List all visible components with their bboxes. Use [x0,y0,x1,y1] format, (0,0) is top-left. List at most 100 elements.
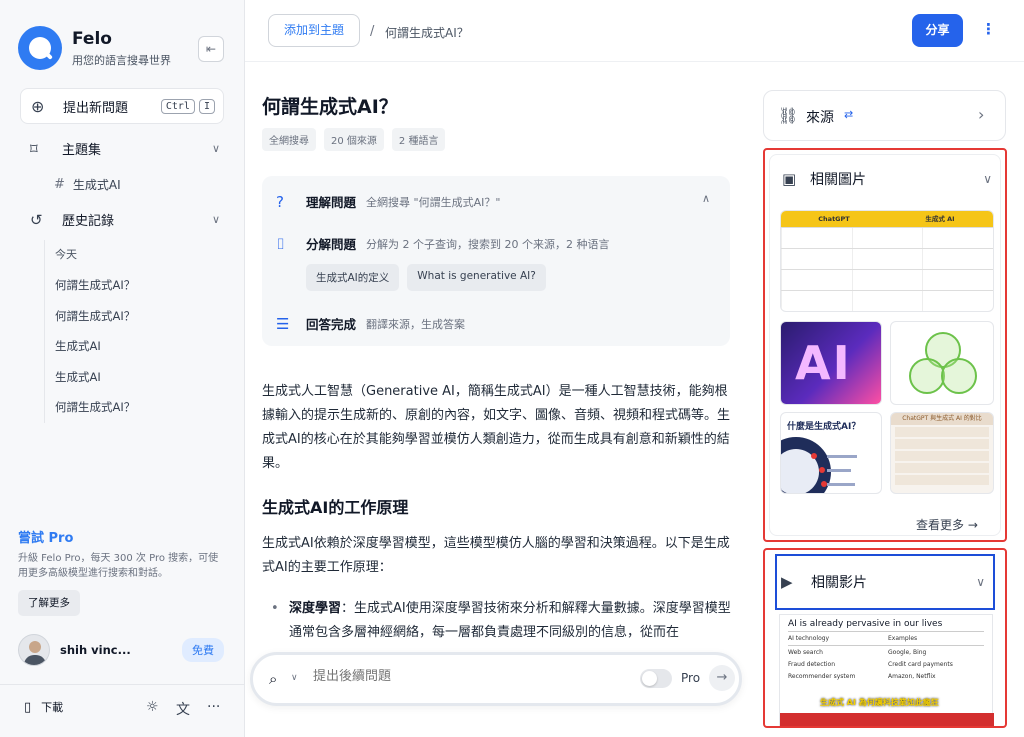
answer-tags: 全網搜尋 20 個來源 2 種語言 [262,128,453,151]
reasoning-steps-panel: ? 理解問題 全網搜尋 "何謂生成式AI？" ∧ ⌷ 分解問題 分解为 2 个子… [262,176,730,346]
pro-description: 升級 Felo Pro，每天 300 次 Pro 搜索，可使用更多高級模型進行搜… [18,553,219,579]
language-icon[interactable]: 文 [176,699,190,719]
breadcrumb: 何謂生成式AI？ [385,26,469,40]
answer-main: 何謂生成式AI？ 全網搜尋 20 個來源 2 種語言 ? 理解問題 全網搜尋 "… [245,62,755,737]
step-desc: 翻譯來源，生成答案 [366,317,466,331]
sidebar-topic-item[interactable]: # 生成式AI [54,176,121,193]
related-images-card: ▣ 相關圖片 ∨ ChatGPT 生成式 AI AI 什麼是生成式AI？ Cha… [763,148,1007,542]
link-icon: ⛓ [778,106,799,125]
image-thumbnail[interactable] [890,321,994,405]
bullet-item: 深度學習：生成式AI使用深度學習技術來分析和解釋大量數據。深度學習模型通常包含多… [271,597,731,645]
share-button[interactable]: 分享 [912,14,963,47]
chevron-up-icon[interactable]: ∧ [702,192,710,205]
topics-label: 主題集 [62,143,102,158]
step-desc: 全網搜尋 "何謂生成式AI？" [366,195,501,209]
related-videos-header[interactable]: ▶ 相關影片 ∨ [775,554,995,610]
history-list: 今天 何謂生成式AI？ 何謂生成式AI？ 生成式AI 生成式AI 何謂生成式AI… [44,240,135,423]
step-title: 理解問題 [306,195,357,210]
sub-query-chip[interactable]: What is generative AI? [407,264,546,291]
video-thumb-text: Amazon, Netflix [888,673,936,680]
sidebar-item-history[interactable]: ↺ 歷史記錄 ∨ [30,210,220,230]
search-icon[interactable]: ⌕ [269,670,277,688]
video-icon: ▶ [781,573,793,591]
video-thumb-text: Recommender system [788,673,856,680]
thumb-title: 什麼是生成式AI？ [787,422,861,432]
sidebar-footer: ▯ 下載 ☼ 文 ··· [0,684,245,737]
video-thumbnail[interactable]: AI is already pervasive in our lives AI … [779,614,994,726]
thumb-ai-text: AI [795,336,852,390]
related-images-label: 相關圖片 [810,172,866,188]
add-chat-icon: ⊕ [31,96,45,116]
section-heading: 生成式AI的工作原理 [262,498,409,517]
more-horizontal-icon[interactable]: ··· [207,699,220,715]
history-label: 歷史記錄 [62,214,115,229]
sub-query-chips: 生成式AI的定义 What is generative AI? [306,264,554,291]
message-icon: ☰ [276,314,290,333]
thumb-header: 生成式 AI [925,215,955,223]
page-title: 何謂生成式AI？ [262,96,398,118]
related-videos-label: 相關影片 [811,575,867,591]
shortcut-key-ctrl: Ctrl [160,98,195,114]
sub-query-chip[interactable]: 生成式AI的定义 [306,264,400,291]
image-thumbnail[interactable]: ChatGPT 與生成式 AI 的對比 [890,412,994,494]
chevron-down-icon[interactable]: ∨ [291,673,298,683]
new-question-button[interactable]: ⊕ 提出新問題 Ctrl I [20,88,224,124]
chevron-down-icon: ∨ [211,142,220,155]
bullet-bold: 深度學習 [289,601,342,616]
history-item[interactable]: 生成式AI [55,331,135,362]
try-pro-title: 嘗試 Pro [18,531,74,546]
video-thumb-text: Fraud detection [788,661,836,668]
pro-label: Pro [681,671,701,685]
video-caption: 生成式 AI 為何讓科技業如此瘋狂 [820,698,939,707]
see-more-label: 查看更多 [916,518,965,532]
add-to-topic-button[interactable]: 添加到主題 [268,14,361,47]
pro-toggle[interactable] [640,669,672,688]
history-item[interactable]: 生成式AI [55,362,135,393]
image-thumbnail[interactable]: AI [780,321,882,405]
more-vertical-icon[interactable]: ⋮ [981,20,996,38]
sidebar-item-topics[interactable]: ⌑ 主題集 ∨ [30,139,220,159]
thumb-header: ChatGPT 與生成式 AI 的對比 [891,413,993,425]
tag-language-count: 2 種語言 [391,128,446,151]
topic-item-label: 生成式AI [72,178,121,192]
sources-card[interactable]: ⛓ 來源 ⇄ › [763,90,1006,141]
follow-up-input[interactable] [313,669,613,684]
step-complete: ☰ 回答完成 翻譯來源，生成答案 [276,314,465,333]
user-name: shih vinc... [60,643,131,657]
step-title: 回答完成 [306,317,357,332]
video-thumb-text: AI technology [788,635,830,642]
theme-sun-icon[interactable]: ☼ [146,699,159,715]
answer-intro-paragraph: 生成式人工智慧（Generative AI，簡稱生成式AI）是一種人工智慧技術，… [262,384,731,471]
tag-source-count: 20 個來源 [324,128,384,151]
image-thumbnail[interactable]: 什麼是生成式AI？ [780,412,882,494]
brand[interactable]: Felo 用您的語言搜尋世界 [18,26,171,70]
learn-more-button[interactable]: 了解更多 [18,590,80,616]
felo-logo-icon [18,26,62,70]
brand-name: Felo [72,28,112,49]
image-thumbnail[interactable]: ChatGPT 生成式 AI [780,210,994,312]
thumb-header: ChatGPT [818,215,850,223]
history-item[interactable]: 何謂生成式AI？ [55,301,135,332]
related-images-header[interactable]: ▣ 相關圖片 ∨ [782,169,992,189]
step-understand: ? 理解問題 全網搜尋 "何謂生成式AI？" [276,192,500,211]
follow-up-search-bar: ⌕ ∨ Pro → [250,652,742,706]
step-desc: 分解为 2 个子查询，搜索到 20 个来源，2 种语言 [366,237,610,251]
video-thumb-text: Credit card payments [888,661,953,668]
answer-paragraph: 生成式AI依賴於深度學習模型，這些模型模仿人腦的學習和決策過程。以下是生成式AI… [262,536,730,575]
download-button[interactable]: ▯ 下載 [24,699,63,715]
plan-badge[interactable]: 免費 [182,638,224,662]
video-thumb-text: Examples [888,635,918,642]
related-videos-card: ▶ 相關影片 ∨ AI is already pervasive in our … [763,548,1007,728]
history-item[interactable]: 何謂生成式AI？ [55,270,135,301]
send-arrow-icon[interactable]: → [709,665,735,691]
right-panel: ⛓ 來源 ⇄ › ▣ 相關圖片 ∨ ChatGPT 生成式 AI AI 什麼是生… [755,62,1024,737]
collapse-icon: ⇤ [205,42,217,56]
brand-tagline: 用您的語言搜尋世界 [72,53,171,67]
user-profile[interactable]: shih vinc... 免費 [18,634,224,666]
step-title: 分解問題 [306,237,357,252]
collapse-sidebar-button[interactable]: ⇤ [198,36,224,62]
history-item[interactable]: 何謂生成式AI？ [55,392,135,423]
question-icon: ? [276,192,284,211]
see-more-link[interactable]: 查看更多 → [916,516,978,533]
sources-label: 來源 [806,110,834,126]
